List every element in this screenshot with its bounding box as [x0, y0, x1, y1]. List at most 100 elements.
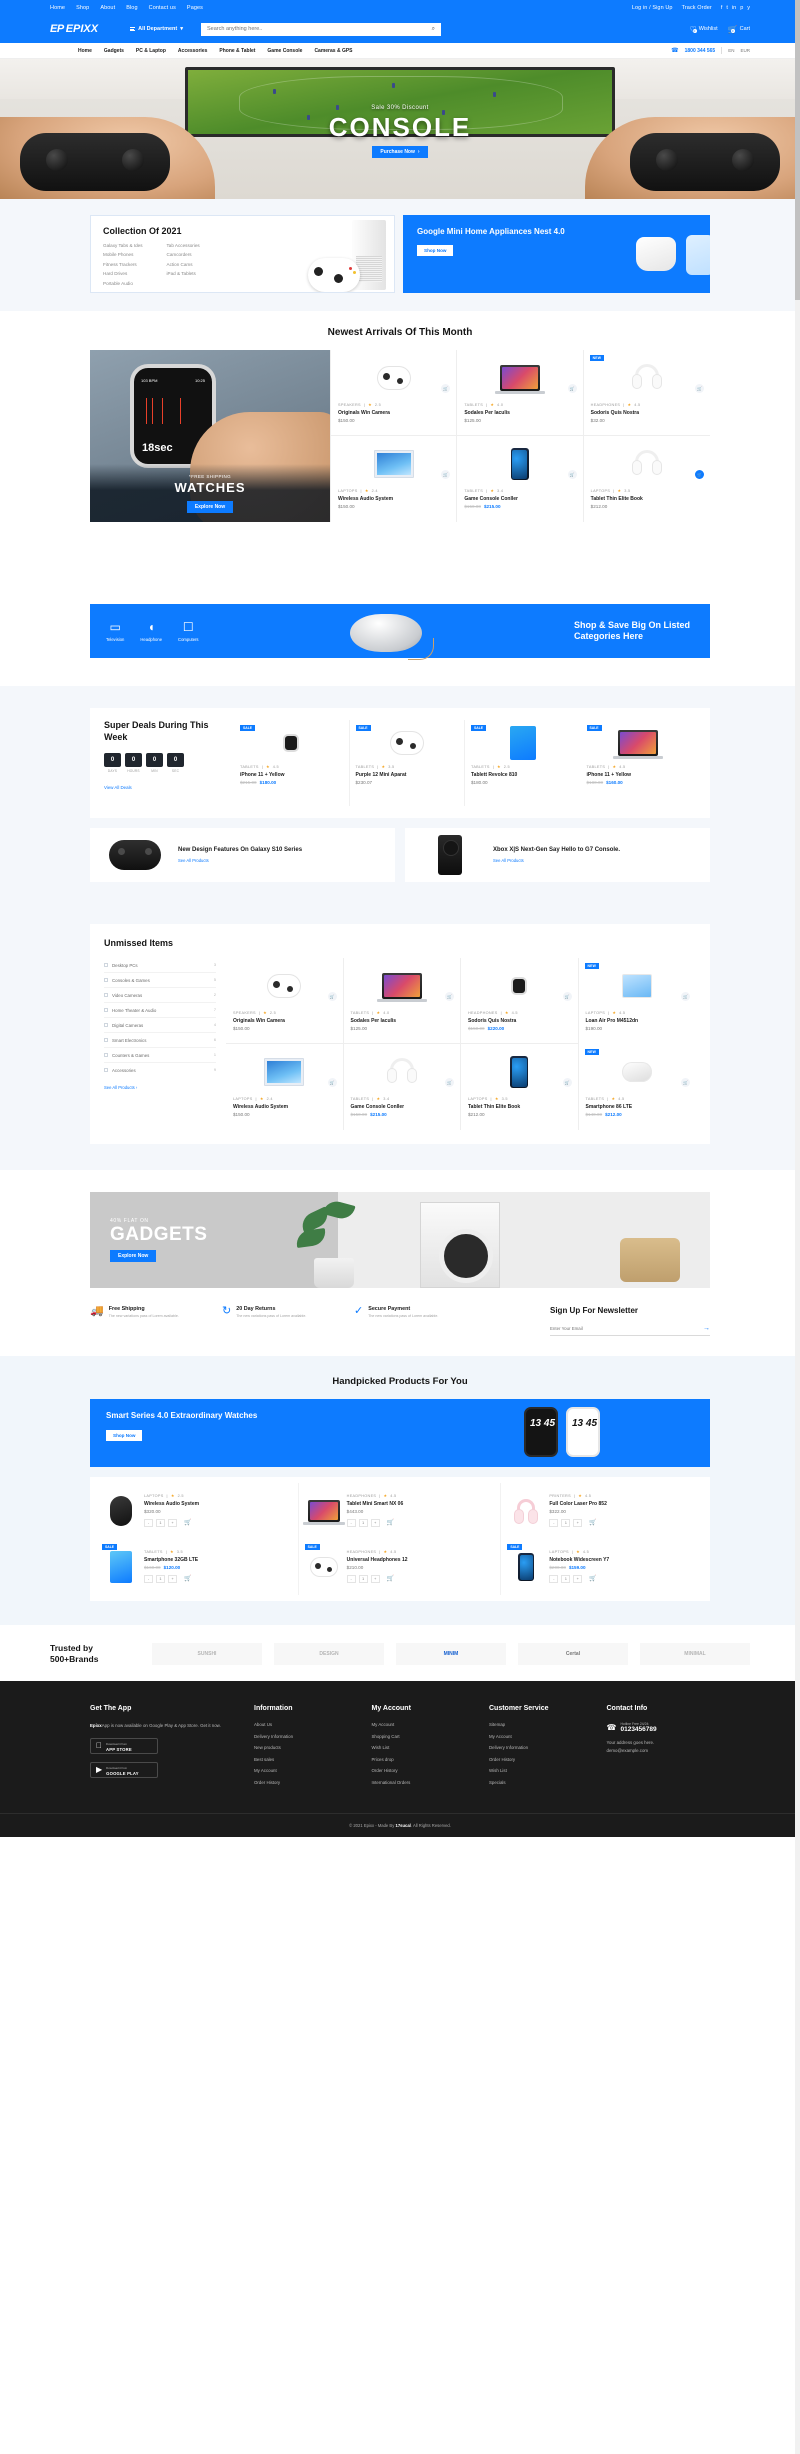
qty-decrease[interactable]: - — [549, 1518, 559, 1527]
search-input[interactable] — [206, 26, 432, 32]
nav-item-accessories[interactable]: Accessories — [178, 48, 207, 54]
product-name[interactable]: Purple 12 Mini Aparat — [356, 772, 459, 778]
collection-item[interactable]: Portable Audio — [103, 281, 143, 286]
cart-button[interactable]: 🛒 0 Cart — [728, 25, 750, 34]
quantity-stepper[interactable]: - 1 + 🛒 — [346, 1574, 493, 1583]
language-selector[interactable]: EN — [728, 48, 734, 53]
checkbox-icon[interactable] — [104, 963, 108, 967]
product-card[interactable]: SALE HEADPHONES | ★ 4.5 Universal Headphone… — [299, 1539, 502, 1595]
collection-item[interactable]: Action Cams — [167, 262, 200, 267]
product-name[interactable]: Universal Headphones 12 — [347, 1557, 493, 1563]
newsletter-email-input[interactable] — [550, 1326, 703, 1331]
product-name[interactable]: iPhone 11 + Yellow — [587, 772, 691, 778]
product-card[interactable]: 🛒 LAPTOPS | ★ 3.5 Tablet Thin Elite Book $2… — [461, 1044, 579, 1130]
twitter-icon[interactable]: t — [726, 5, 728, 11]
brand-logo-certal[interactable]: Certal — [518, 1643, 628, 1666]
youtube-icon[interactable]: y — [747, 5, 750, 11]
product-name[interactable]: Tablet Thin Elite Book — [468, 1104, 571, 1110]
footer-link[interactable]: Best sales — [254, 1757, 358, 1762]
quantity-stepper[interactable]: - 1 + 🛒 — [549, 1574, 696, 1583]
qty-increase[interactable]: + — [573, 1518, 583, 1527]
qty-decrease[interactable]: - — [346, 1574, 356, 1583]
sidebar-item-consoles-games[interactable]: Consoles & Games 5 — [104, 973, 216, 988]
sidebar-item-video-cameras[interactable]: Video Cameras 2 — [104, 988, 216, 1003]
add-to-cart-icon[interactable]: 🛒 — [445, 1078, 454, 1087]
product-name[interactable]: Originals Win Camera — [233, 1018, 336, 1024]
add-to-cart-icon[interactable]: 🛒 — [681, 992, 690, 1001]
product-card[interactable]: SALE TABLETS | ★ 4.5 iPhone 11 + Yellow $21… — [234, 720, 350, 806]
qty-increase[interactable]: + — [573, 1574, 583, 1583]
scrollbar-track[interactable] — [795, 0, 800, 2454]
gadgets-banner[interactable]: 40% FLAT ON GADGETS Explore Now — [90, 1192, 710, 1288]
checkbox-icon[interactable] — [104, 1023, 108, 1027]
qty-increase[interactable]: + — [168, 1574, 177, 1583]
top-nav-home[interactable]: Home — [50, 5, 65, 11]
collection-item[interactable]: Fitness Trackers — [103, 262, 143, 267]
product-card[interactable]: 🛒 HEADPHONES | ★ 4.5 Sodoris Quis Nostra $1… — [461, 958, 579, 1044]
search-box[interactable]: ⌕ — [200, 22, 441, 36]
product-card[interactable]: SALE LAPTOPS | ★ 4.5 Notebook Widescreen Y7… — [501, 1539, 704, 1595]
qty-increase[interactable]: + — [168, 1518, 177, 1527]
product-card[interactable]: SALE TABLETS | ★ 2.5 Tablett Revolce 810 $1… — [465, 720, 581, 806]
view-all-deals-link[interactable]: View All Deals — [104, 785, 132, 790]
product-card[interactable]: NEW 🛒 HEADPHONES | ★ 4.5 Sodoris Quis Nostr… — [583, 350, 710, 436]
promo-category-television[interactable]: ▭ Television — [106, 621, 124, 642]
product-name[interactable]: Wireless Audio System — [233, 1104, 336, 1110]
product-card[interactable]: LAPTOPS | ★ 2.5 Wireless Audio System $320.… — [96, 1483, 299, 1539]
product-card[interactable]: SALE TABLETS | ★ 3.5 Smartphone 32GB LTE $1… — [96, 1539, 299, 1595]
brand-logo-minim[interactable]: MINIM — [396, 1643, 506, 1666]
product-name[interactable]: Notebook Widescreen Y7 — [549, 1557, 696, 1563]
nav-item-home[interactable]: Home — [78, 48, 92, 54]
footer-link[interactable]: Shopping Cart — [372, 1734, 476, 1739]
footer-author[interactable]: 17sucal — [395, 1823, 410, 1828]
add-to-cart-icon[interactable]: 🛒 — [695, 384, 704, 393]
currency-selector[interactable]: EUR — [740, 48, 750, 53]
scrollbar-thumb[interactable] — [795, 0, 800, 300]
login-signup-link[interactable]: Log in / Sign Up — [632, 5, 673, 11]
product-card[interactable]: 🛒 TABLETS | ★ 3.4 Game Console Conller $150… — [457, 436, 584, 522]
add-to-cart-icon[interactable]: 🛒 — [445, 992, 454, 1001]
product-name[interactable]: Wireless Audio System — [144, 1501, 290, 1507]
promo-banner-xbox[interactable]: Xbox X|S Next-Gen Say Hello to G7 Consol… — [405, 828, 710, 882]
hotline-number[interactable]: 0123456789 — [620, 1726, 656, 1733]
add-to-cart-icon[interactable]: 🛒 — [562, 992, 572, 1001]
add-to-cart-icon[interactable]: 🛒 — [184, 1519, 191, 1526]
qty-decrease[interactable]: - — [549, 1574, 559, 1583]
quantity-stepper[interactable]: - 1 + 🛒 — [144, 1574, 290, 1583]
checkbox-icon[interactable] — [104, 978, 108, 982]
footer-link[interactable]: New products — [254, 1745, 358, 1750]
checkbox-icon[interactable] — [104, 1038, 108, 1042]
checkbox-icon[interactable] — [104, 1053, 108, 1057]
add-to-cart-icon[interactable]: 🛒 — [681, 1078, 690, 1087]
explore-now-button[interactable]: Explore Now — [186, 501, 234, 513]
qty-decrease[interactable]: - — [144, 1574, 153, 1583]
qty-increase[interactable]: + — [370, 1574, 380, 1583]
footer-link[interactable]: Order History — [254, 1780, 358, 1785]
checkbox-icon[interactable] — [104, 1068, 108, 1072]
purchase-now-button[interactable]: Purchase Now › — [372, 145, 428, 158]
nav-item-gadgets[interactable]: Gadgets — [104, 48, 124, 54]
nav-item-game-console[interactable]: Game Console — [267, 48, 302, 54]
product-card[interactable]: 🛒 TABLETS | ★ 4.0 Sodales Per Iaculis $125.… — [457, 350, 584, 436]
product-name[interactable]: Tablet Mini Smart NX 06 — [347, 1501, 493, 1507]
newsletter-submit-arrow[interactable]: → — [703, 1325, 710, 1332]
sidebar-item-desktop-pcs[interactable]: Desktop PCs 3 — [104, 958, 216, 973]
footer-link[interactable]: About Us — [254, 1722, 358, 1727]
nav-item-pc-laptop[interactable]: PC & Laptop — [136, 48, 166, 54]
add-to-cart-icon[interactable]: 🛒 — [567, 470, 577, 479]
sidebar-item-home-theater[interactable]: Home Theater & Audio 7 — [104, 1003, 216, 1018]
footer-link[interactable]: Delivery Information — [489, 1745, 593, 1750]
product-card[interactable]: HEADPHONES | ★ 4.5 Tablet Mini Smart NX 06 … — [299, 1483, 502, 1539]
add-to-cart-icon[interactable]: 🛒 — [387, 1575, 394, 1582]
pinterest-icon[interactable]: p — [740, 5, 743, 11]
shop-now-button[interactable]: Shop Now — [417, 245, 454, 257]
footer-link[interactable]: Delivery Information — [254, 1734, 358, 1739]
footer-link[interactable]: Wish List — [372, 1745, 476, 1750]
nav-item-phone-tablet[interactable]: Phone & Tablet — [219, 48, 255, 54]
add-to-cart-icon[interactable]: 🛒 — [184, 1575, 191, 1582]
department-selector[interactable]: All Department ▾ — [130, 26, 183, 32]
brand-logo-sunshi[interactable]: SUNSHI — [152, 1643, 262, 1666]
add-to-cart-icon[interactable]: 🛒 — [695, 470, 704, 479]
footer-link[interactable]: My Account — [372, 1722, 476, 1727]
quantity-stepper[interactable]: - 1 + 🛒 — [549, 1518, 696, 1527]
